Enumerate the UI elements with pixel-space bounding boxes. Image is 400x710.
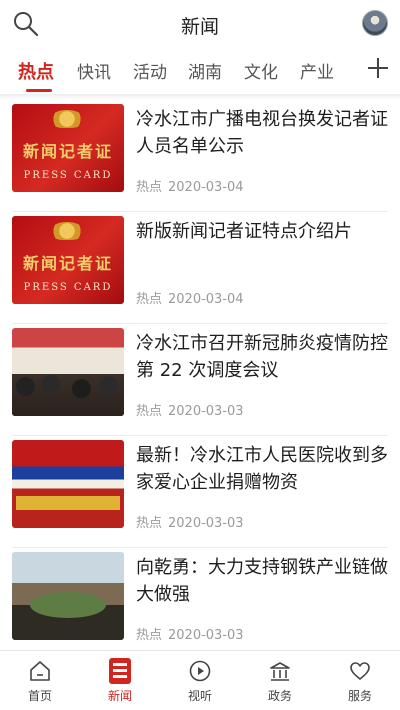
news-meta: 热点 2020-03-03 — [136, 512, 244, 531]
nav-label: 首页 — [27, 689, 52, 703]
news-date: 2020-03-03 — [168, 516, 244, 531]
news-meta: 热点 2020-03-03 — [136, 624, 244, 643]
thumbnail-text: 新闻记者证 — [22, 142, 113, 161]
tab-events[interactable]: 活动 — [133, 58, 167, 83]
tab-flash[interactable]: 快讯 — [77, 58, 111, 83]
news-meta: 热点 2020-03-03 — [136, 400, 244, 419]
news-thumbnail: 新闻记者证 PRESS CARD — [12, 104, 124, 192]
tab-hunan[interactable]: 湖南 — [188, 58, 222, 83]
home-icon — [30, 661, 50, 681]
news-date: 2020-03-04 — [168, 180, 244, 195]
news-thumbnail — [12, 552, 124, 640]
news-title: 新版新闻记者证特点介绍片 — [136, 221, 352, 242]
news-date: 2020-03-03 — [168, 628, 244, 643]
news-thumbnail — [12, 440, 124, 528]
tab-hot[interactable]: 热点 — [18, 58, 54, 84]
news-icon — [109, 658, 131, 684]
news-item[interactable]: 新闻记者证 PRESS CARD 冷水江市广播电视台换发记者证人员名单公示 热点… — [0, 100, 400, 212]
category-tabs: 热点 快讯 活动 湖南 文化 产业 — [0, 54, 400, 94]
tab-industry[interactable]: 产业 — [300, 58, 334, 83]
news-item[interactable]: 向乾勇：大力支持钢铁产业链做大做强 热点 2020-03-03 — [0, 548, 400, 660]
news-thumbnail: 新闻记者证 PRESS CARD — [12, 216, 124, 304]
government-icon — [270, 662, 290, 681]
news-title: 最新！冷水江市人民医院收到多家爱心企业捐赠物资 — [136, 445, 388, 493]
video-icon — [189, 660, 211, 682]
nav-video[interactable]: 视听 — [160, 651, 240, 710]
photo-people — [12, 374, 124, 416]
active-tab-indicator — [26, 89, 52, 92]
news-tag: 热点 — [136, 180, 163, 195]
news-title: 冷水江市广播电视台换发记者证人员名单公示 — [136, 109, 388, 157]
news-tag: 热点 — [136, 292, 163, 307]
photo-banner — [16, 496, 120, 510]
tab-culture[interactable]: 文化 — [244, 58, 278, 83]
nav-label: 服务 — [347, 689, 372, 703]
news-title: 冷水江市召开新冠肺炎疫情防控第 22 次调度会议 — [136, 333, 388, 381]
news-item[interactable]: 冷水江市召开新冠肺炎疫情防控第 22 次调度会议 热点 2020-03-03 — [0, 324, 400, 436]
nav-label: 视听 — [187, 689, 212, 703]
news-title: 向乾勇：大力支持钢铁产业链做大做强 — [136, 557, 388, 605]
nav-label: 政务 — [267, 689, 292, 703]
news-item[interactable]: 新闻记者证 PRESS CARD 新版新闻记者证特点介绍片 热点 2020-03-… — [0, 212, 400, 324]
top-bar: 新闻 — [0, 0, 400, 50]
news-date: 2020-03-03 — [168, 404, 244, 419]
bottom-nav: 首页 新闻 视听 政务 服务 — [0, 650, 400, 710]
heart-icon — [350, 662, 370, 680]
nav-news[interactable]: 新闻 — [80, 651, 160, 710]
news-meta: 热点 2020-03-04 — [136, 288, 244, 307]
news-tag: 热点 — [136, 404, 163, 419]
news-date: 2020-03-04 — [168, 292, 244, 307]
thumbnail-text: PRESS CARD — [23, 282, 113, 293]
news-meta: 热点 2020-03-04 — [136, 176, 244, 195]
avatar[interactable] — [362, 10, 388, 36]
nav-service[interactable]: 服务 — [320, 651, 400, 710]
thumbnail-text: PRESS CARD — [23, 170, 113, 181]
news-thumbnail — [12, 328, 124, 416]
news-tag: 热点 — [136, 516, 163, 531]
nav-government[interactable]: 政务 — [240, 651, 320, 710]
thumbnail-text: 新闻记者证 — [22, 254, 113, 273]
nav-label: 新闻 — [107, 689, 132, 703]
page-title: 新闻 — [180, 16, 219, 38]
nav-home[interactable]: 首页 — [0, 651, 80, 710]
news-tag: 热点 — [136, 628, 163, 643]
emblem-icon — [50, 110, 84, 128]
add-tab-icon[interactable] — [368, 58, 388, 78]
emblem-icon — [50, 222, 84, 240]
photo-table — [30, 592, 106, 618]
news-item[interactable]: 最新！冷水江市人民医院收到多家爱心企业捐赠物资 热点 2020-03-03 — [0, 436, 400, 548]
